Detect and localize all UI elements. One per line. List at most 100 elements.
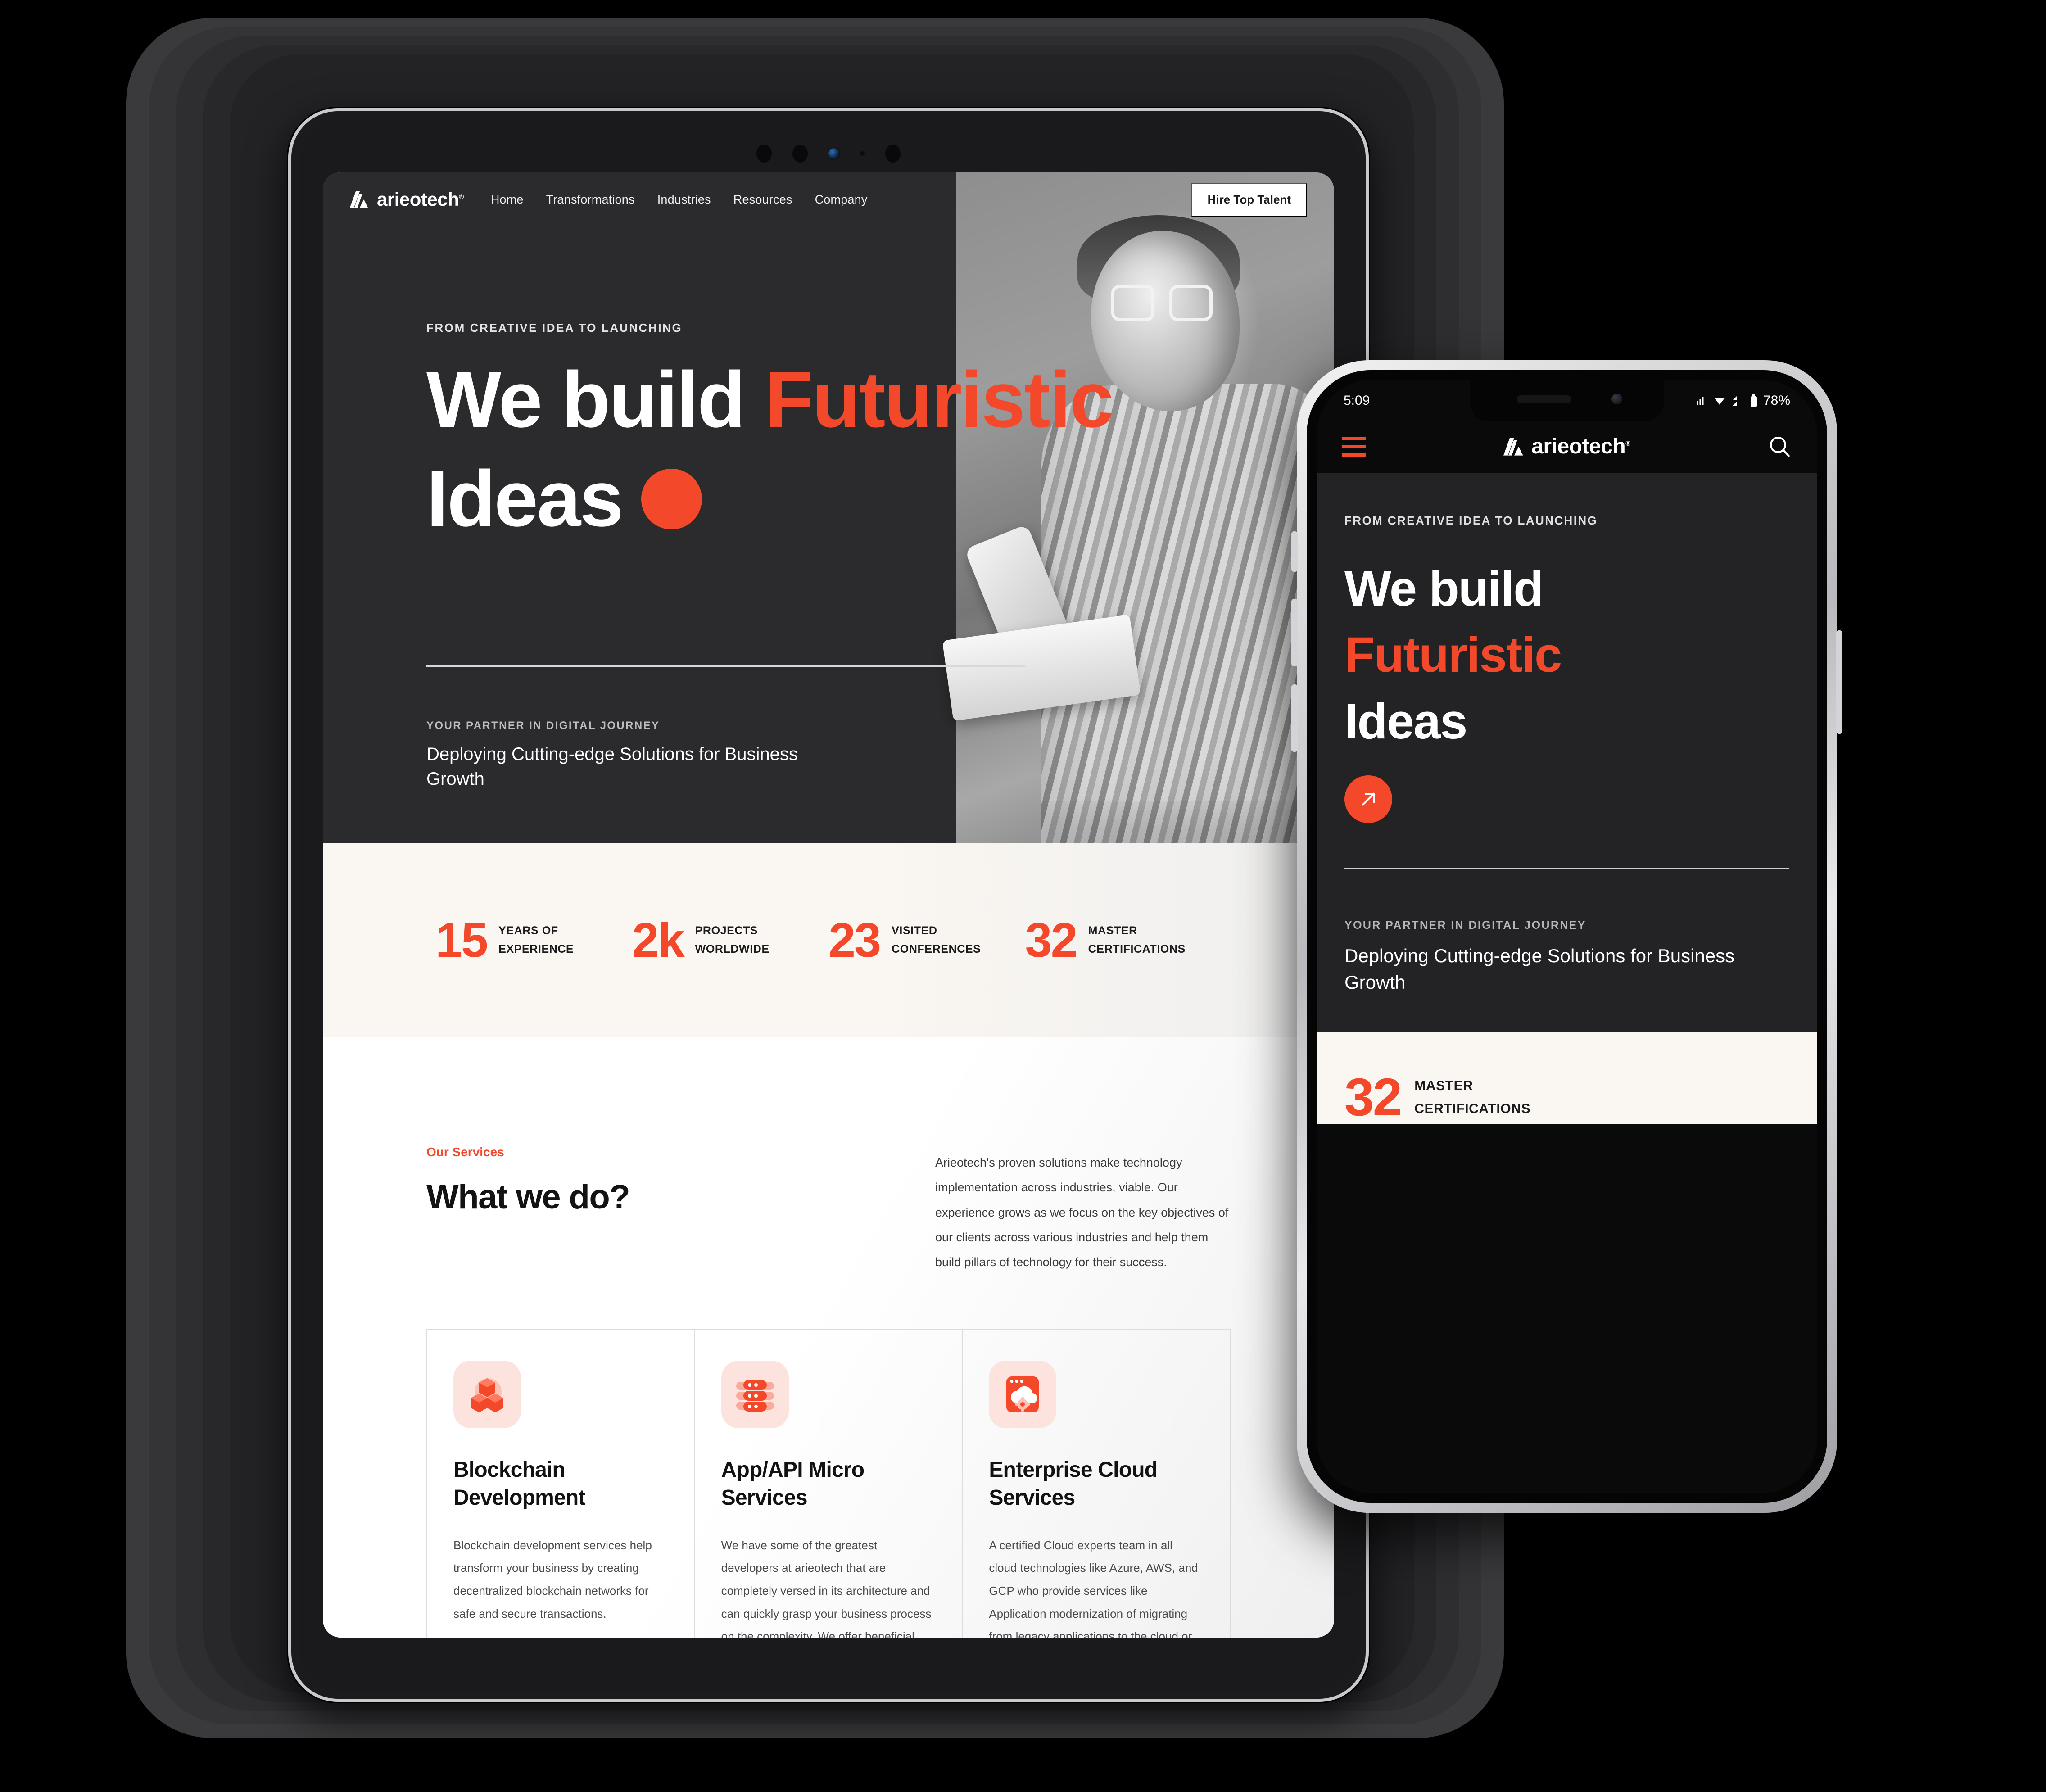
wifi-icon bbox=[1714, 398, 1725, 405]
camera-sensor-icon bbox=[756, 145, 772, 163]
hamburger-menu-icon[interactable] bbox=[1342, 436, 1366, 457]
hire-top-talent-button[interactable]: Hire Top Talent bbox=[1191, 182, 1307, 217]
brand-name: arieotech® bbox=[1531, 434, 1630, 458]
blockchain-cubes-icon bbox=[453, 1360, 521, 1428]
camera-sensor-icon bbox=[885, 145, 901, 163]
service-card-text: A certified Cloud experts team in all cl… bbox=[989, 1538, 1198, 1638]
hero-eyebrow: FROM CREATIVE IDEA TO LAUNCHING bbox=[426, 321, 683, 335]
stat-label: PROJECTS WORLDWIDE bbox=[695, 922, 770, 959]
hero-headline-accent: Futuristic bbox=[765, 356, 1114, 444]
mobile-stats-band: 32 MASTER CERTIFICATIONS bbox=[1317, 1032, 1817, 1124]
service-card[interactable]: App/API Micro Services We have some of t… bbox=[695, 1329, 963, 1638]
phone-device: 5:09 78% arieotech® FROM CREATIVE IDEA T… bbox=[1297, 360, 1837, 1513]
top-navigation: arieotech® Home Transformations Industri… bbox=[323, 172, 1334, 226]
service-cards: Blockchain Development Blockchain develo… bbox=[426, 1329, 1231, 1638]
nav-link-industries[interactable]: Industries bbox=[657, 193, 711, 207]
phone-mute-switch[interactable] bbox=[1291, 531, 1298, 572]
stat-label-line1: VISITED bbox=[892, 924, 937, 937]
stat-label: VISITED CONFERENCES bbox=[892, 922, 981, 959]
phone-volume-up-button[interactable] bbox=[1291, 599, 1298, 666]
service-card-title: App/API Micro Services bbox=[721, 1457, 865, 1510]
mobile-headline-accent: Futuristic bbox=[1344, 627, 1562, 683]
brand-logo[interactable]: arieotech® bbox=[350, 189, 464, 210]
service-card-title: Blockchain Development bbox=[453, 1457, 585, 1510]
stat-number: 23 bbox=[828, 913, 881, 967]
stat-label-line2: EXPERIENCE bbox=[498, 943, 574, 955]
mobile-data-icon bbox=[1697, 397, 1704, 405]
tablet-bezel: arieotech® Home Transformations Industri… bbox=[299, 119, 1358, 1691]
mockup-stage: arieotech® Home Transformations Industri… bbox=[0, 0, 2046, 1792]
cloud-gear-window-icon bbox=[989, 1360, 1057, 1428]
hero-subsection: YOUR PARTNER IN DIGITAL JOURNEY Deployin… bbox=[426, 720, 832, 792]
mobile-hero-subsection: YOUR PARTNER IN DIGITAL JOURNEY Deployin… bbox=[1344, 869, 1789, 996]
hero-section: arieotech® Home Transformations Industri… bbox=[323, 172, 1334, 843]
tablet-camera-array bbox=[299, 145, 1358, 163]
mobile-stat-label-line2: CERTIFICATIONS bbox=[1414, 1101, 1531, 1116]
nav-link-home[interactable]: Home bbox=[491, 193, 524, 207]
service-card-text: We have some of the greatest developers … bbox=[721, 1538, 932, 1638]
server-stack-icon bbox=[721, 1360, 789, 1428]
mobile-hero: FROM CREATIVE IDEA TO LAUNCHING We build… bbox=[1317, 473, 1817, 1032]
nav-link-transformations[interactable]: Transformations bbox=[546, 193, 635, 207]
hero-headline-row2: Ideas bbox=[426, 459, 1334, 539]
stat-label-line2: CERTIFICATIONS bbox=[1088, 943, 1186, 955]
signal-bars-icon bbox=[1732, 396, 1737, 406]
hero-divider bbox=[426, 665, 1025, 667]
status-time: 5:09 bbox=[1344, 393, 1370, 408]
battery-percentage: 78% bbox=[1763, 393, 1790, 408]
services-kicker: Our Services bbox=[426, 1145, 504, 1159]
stat-number: 15 bbox=[435, 913, 488, 967]
stat-item: 2k PROJECTS WORLDWIDE bbox=[632, 916, 829, 964]
nav-link-resources[interactable]: Resources bbox=[733, 193, 792, 207]
stat-item: 23 VISITED CONFERENCES bbox=[828, 916, 1025, 964]
tablet-device: arieotech® Home Transformations Industri… bbox=[288, 108, 1369, 1702]
mobile-sub-eyebrow: YOUR PARTNER IN DIGITAL JOURNEY bbox=[1344, 919, 1586, 932]
mobile-hero-eyebrow: FROM CREATIVE IDEA TO LAUNCHING bbox=[1344, 514, 1598, 527]
stat-label-line2: WORLDWIDE bbox=[695, 943, 770, 955]
stat-label-line1: YEARS OF bbox=[498, 924, 558, 937]
service-card[interactable]: Blockchain Development Blockchain develo… bbox=[426, 1329, 695, 1638]
phone-volume-down-button[interactable] bbox=[1291, 684, 1298, 752]
mobile-headline-line3: Ideas bbox=[1344, 693, 1467, 749]
stat-label: MASTER CERTIFICATIONS bbox=[1088, 922, 1186, 959]
stat-item: 15 YEARS OF EXPERIENCE bbox=[435, 916, 632, 964]
hero-headline-line1-white: We build bbox=[426, 356, 765, 444]
stat-number: 2k bbox=[632, 913, 685, 967]
services-heading-group: Our Services What we do? bbox=[426, 1145, 886, 1217]
battery-icon bbox=[1750, 394, 1757, 407]
hero-dot-decoration bbox=[641, 468, 702, 529]
nav-link-company[interactable]: Company bbox=[815, 193, 868, 207]
stat-label-line2: CONFERENCES bbox=[892, 943, 981, 955]
mobile-hero-headline: We build Futuristic Ideas bbox=[1344, 556, 1789, 755]
hero-sub-eyebrow: YOUR PARTNER IN DIGITAL JOURNEY bbox=[426, 720, 660, 732]
brand-logo[interactable]: arieotech® bbox=[1503, 434, 1630, 459]
phone-power-button[interactable] bbox=[1836, 630, 1842, 734]
hero-sub-title: Deploying Cutting-edge Solutions for Bus… bbox=[426, 744, 798, 789]
brand-name: arieotech® bbox=[377, 189, 464, 210]
arieotech-logo-icon bbox=[1503, 437, 1523, 456]
service-card[interactable]: Enterprise Cloud Services A certified Cl… bbox=[963, 1329, 1231, 1638]
mobile-stat-label-line1: MASTER bbox=[1414, 1078, 1473, 1093]
arrow-up-right-icon[interactable] bbox=[1344, 775, 1392, 824]
services-paragraph: Arieotech's proven solutions make techno… bbox=[935, 1156, 1229, 1269]
stat-item: 32 MASTER CERTIFICATIONS bbox=[1025, 916, 1222, 964]
mobile-headline-line1: We build bbox=[1344, 561, 1544, 616]
camera-lens-icon bbox=[828, 148, 839, 159]
stats-band: 15 YEARS OF EXPERIENCE 2k PROJECTS WORLD… bbox=[323, 843, 1334, 1037]
mobile-stat-label: MASTER CERTIFICATIONS bbox=[1414, 1074, 1530, 1120]
status-indicators: 78% bbox=[1696, 393, 1790, 408]
service-card-text: Blockchain development services help tra… bbox=[453, 1538, 652, 1620]
stat-label: YEARS OF EXPERIENCE bbox=[498, 922, 574, 959]
services-section: Our Services What we do? Arieotech's pro… bbox=[323, 1037, 1334, 1638]
arieotech-logo-icon bbox=[350, 191, 368, 208]
ambient-sensor-icon bbox=[860, 151, 865, 156]
phone-screen: 5:09 78% arieotech® FROM CREATIVE IDEA T… bbox=[1317, 380, 1817, 1493]
stat-label-line1: MASTER bbox=[1088, 924, 1137, 937]
hero-content: FROM CREATIVE IDEA TO LAUNCHING We build… bbox=[323, 172, 1334, 539]
service-card-title: Enterprise Cloud Services bbox=[989, 1457, 1158, 1510]
hero-headline-line2: Ideas bbox=[426, 455, 624, 543]
mobile-sub-title: Deploying Cutting-edge Solutions for Bus… bbox=[1344, 945, 1735, 993]
search-icon[interactable] bbox=[1768, 434, 1792, 459]
tablet-screen: arieotech® Home Transformations Industri… bbox=[323, 172, 1334, 1638]
services-title: What we do? bbox=[426, 1178, 630, 1216]
